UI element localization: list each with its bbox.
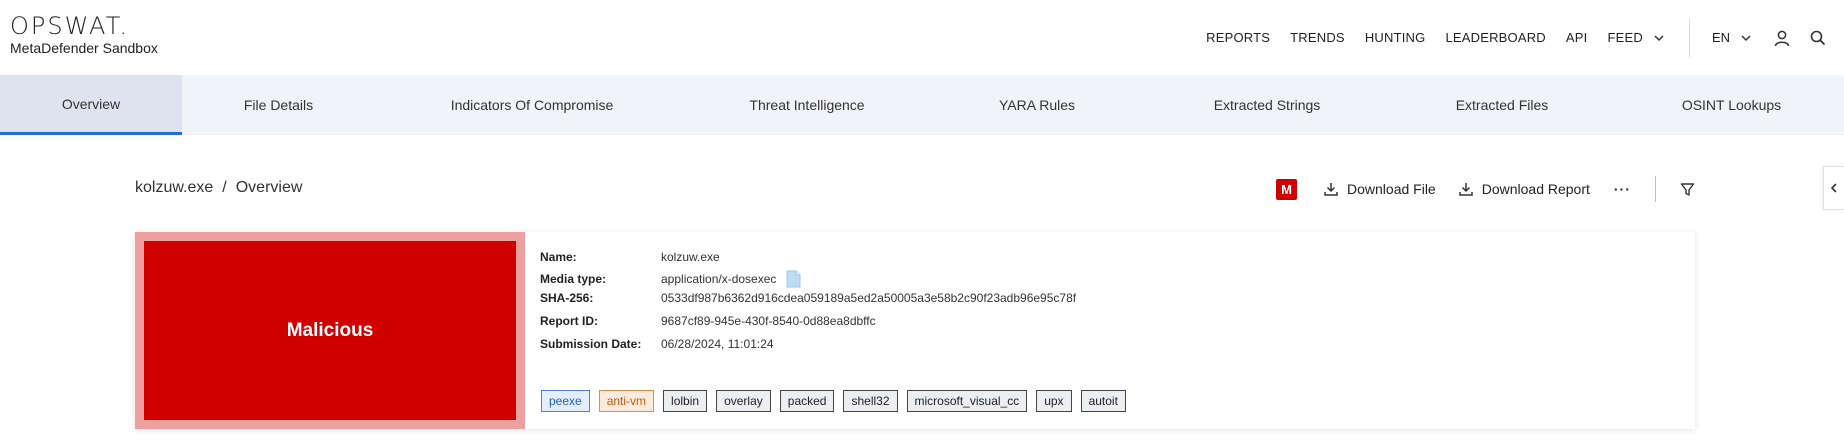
tag-upx[interactable]: upx — [1036, 390, 1072, 412]
tab-indicators-of-compromise[interactable]: Indicators Of Compromise — [375, 75, 689, 135]
tab-extracted-files[interactable]: Extracted Files — [1385, 75, 1619, 135]
chevron-left-icon — [1830, 183, 1837, 193]
info-row-media: Media type: application/x-dosexec — [540, 270, 801, 288]
tag-shell32[interactable]: shell32 — [843, 390, 898, 412]
info-row-report: Report ID: 9687cf89-945e-430f-8540-0d88e… — [540, 314, 876, 328]
language-selector[interactable]: EN — [1712, 30, 1752, 45]
tab-threat-intelligence[interactable]: Threat Intelligence — [689, 75, 925, 135]
submission-date-label: Submission Date: — [540, 337, 642, 351]
chevron-down-icon — [1741, 34, 1751, 41]
more-options-button[interactable]: ··· — [1614, 181, 1631, 197]
nav-reports[interactable]: REPORTS — [1206, 30, 1270, 45]
search-icon — [1810, 30, 1826, 45]
nav-api[interactable]: API — [1566, 30, 1588, 45]
toolbar-divider — [1654, 176, 1656, 202]
main-nav: REPORTS TRENDS HUNTING LEADERBOARD API F… — [1196, 0, 1844, 75]
media-label: Media type: — [540, 272, 607, 286]
nav-trends[interactable]: TRENDS — [1290, 30, 1345, 45]
download-icon — [1324, 183, 1338, 196]
product-name: MetaDefender Sandbox — [10, 40, 158, 56]
tab-yara-rules[interactable]: YARA Rules — [925, 75, 1149, 135]
opswat-logo[interactable]: OPSWAT. MetaDefender Sandbox — [10, 14, 158, 56]
tag-packed[interactable]: packed — [779, 390, 835, 412]
top-header: OPSWAT. MetaDefender Sandbox REPORTS TRE… — [0, 0, 1844, 75]
verdict-badge: M — [1276, 178, 1297, 200]
tag-overlay[interactable]: overlay — [716, 390, 771, 412]
media-value-wrap: application/x-dosexec — [661, 270, 801, 288]
name-value: kolzuw.exe — [661, 250, 720, 264]
download-icon — [1458, 183, 1473, 196]
breadcrumb-page: Overview — [235, 179, 303, 196]
tag-anti-vm[interactable]: anti-vm — [598, 390, 655, 412]
user-button[interactable] — [1770, 26, 1794, 50]
tab-extracted-strings[interactable]: Extracted Strings — [1149, 75, 1385, 135]
nav-leaderboard[interactable]: LEADERBOARD — [1445, 30, 1545, 45]
file-icon — [786, 270, 801, 288]
nav-feed-label: FEED — [1607, 30, 1643, 45]
filter-button[interactable] — [1680, 182, 1703, 197]
breadcrumb-file[interactable]: kolzuw.exe — [135, 179, 213, 196]
filter-icon — [1680, 182, 1695, 196]
report-id-value[interactable]: 9687cf89-945e-430f-8540-0d88ea8dbffc — [661, 314, 876, 328]
tag-peexe[interactable]: peexe — [541, 390, 590, 412]
report-tabs: Overview File Details Indicators Of Comp… — [0, 75, 1844, 135]
tag-lolbin[interactable]: lolbin — [663, 390, 708, 412]
sha-value[interactable]: 0533df987b6362d916cdea059189a5ed2a50005a… — [661, 291, 1076, 305]
download-file-label: Download File — [1347, 181, 1436, 197]
info-row-sha: SHA-256: 0533df987b6362d916cdea059189a5e… — [540, 291, 1076, 305]
tag-list: peexe anti-vm lolbin overlay packed shel… — [541, 390, 1135, 412]
media-value: application/x-dosexec — [661, 272, 777, 286]
breadcrumb-separator: / — [222, 179, 227, 196]
search-button[interactable] — [1806, 26, 1830, 50]
logo-text: OPSWAT. — [10, 12, 130, 40]
download-file-button[interactable]: Download File — [1323, 181, 1436, 197]
breadcrumb: kolzuw.exe / Overview — [135, 179, 302, 197]
summary-card: Malicious Name: kolzuw.exe Media type: a… — [135, 232, 1695, 429]
tab-overview[interactable]: Overview — [0, 75, 182, 135]
nav-feed[interactable]: FEED — [1607, 30, 1664, 45]
sha-label: SHA-256: — [540, 291, 594, 305]
info-row-date: Submission Date: 06/28/2024, 11:01:24 — [540, 337, 774, 351]
tab-osint-lookups[interactable]: OSINT Lookups — [1619, 75, 1844, 135]
name-label: Name: — [540, 250, 577, 264]
tag-microsoft-visual-cc[interactable]: microsoft_visual_cc — [906, 390, 1028, 412]
verdict-label: Malicious — [144, 241, 516, 420]
side-panel-toggle[interactable] — [1823, 166, 1844, 210]
user-icon — [1774, 30, 1790, 46]
chevron-down-icon — [1654, 34, 1664, 41]
report-toolbar: M Download File Download Report ··· — [1276, 176, 1703, 202]
nav-divider — [1688, 18, 1690, 57]
info-row-name: Name: kolzuw.exe — [540, 250, 720, 264]
language-label: EN — [1711, 30, 1730, 45]
nav-hunting[interactable]: HUNTING — [1365, 30, 1426, 45]
tag-autoit[interactable]: autoit — [1080, 390, 1126, 412]
download-report-label: Download Report — [1481, 181, 1590, 197]
download-report-button[interactable]: Download Report — [1458, 181, 1590, 197]
verdict-panel: Malicious — [135, 232, 525, 429]
submission-date-value: 06/28/2024, 11:01:24 — [661, 337, 774, 351]
report-id-label: Report ID: — [540, 314, 598, 328]
tab-file-details[interactable]: File Details — [182, 75, 375, 135]
